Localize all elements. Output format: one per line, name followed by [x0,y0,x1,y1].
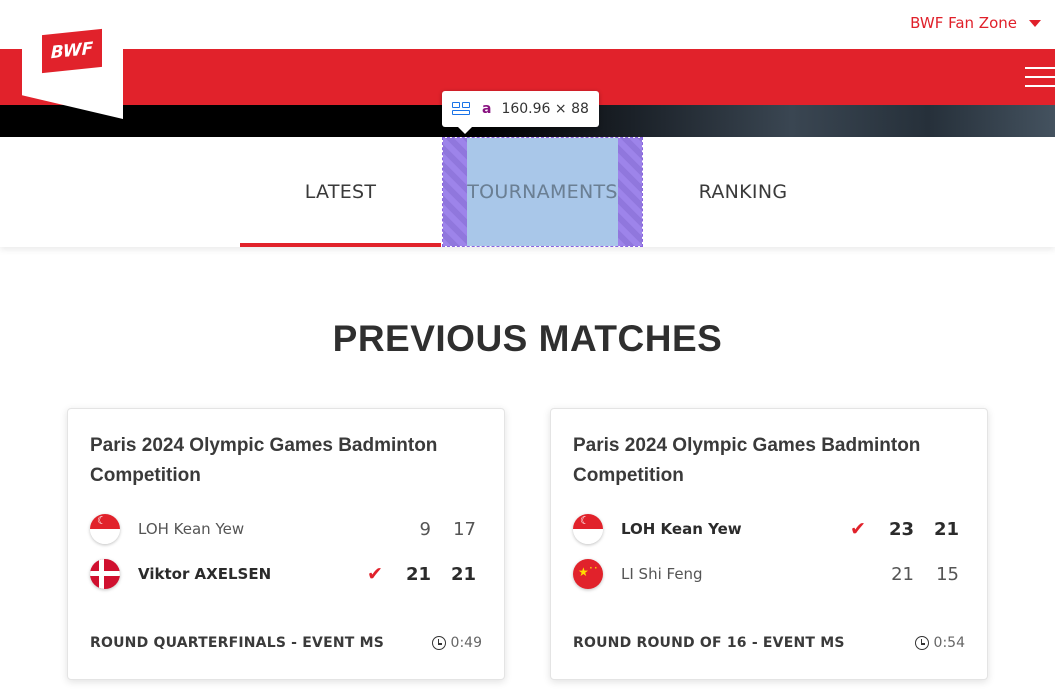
tooltip-tag-name: a [482,101,492,117]
fan-zone-label[interactable]: BWF Fan Zone [910,14,1017,32]
duration-value: 0:49 [450,635,482,651]
match-card[interactable]: Paris 2024 Olympic Games Badminton Compe… [550,408,988,680]
inspect-padding-right [618,138,642,246]
player-name: LI Shi Feng [621,565,703,583]
match-footer: ROUND QUARTERFINALS - EVENT MS 0:49 [90,635,482,651]
singapore-flag-icon [573,514,603,544]
player-name: LOH Kean Yew [621,520,742,538]
clock-icon [431,636,446,650]
game-score: 15 [936,563,959,585]
tab-ranking[interactable]: RANKING [643,137,843,247]
tournament-title: Paris 2024 Olympic Games Badminton Compe… [573,435,921,486]
match-footer: ROUND ROUND OF 16 - EVENT MS 0:54 [573,635,965,651]
tab-latest[interactable]: LATEST [240,137,441,247]
round-info: ROUND QUARTERFINALS - EVENT MS [90,635,384,651]
round-info: ROUND ROUND OF 16 - EVENT MS [573,635,845,651]
caret-down-icon[interactable] [1029,19,1041,27]
inspect-content-area [467,138,618,246]
game-score: 21 [450,563,476,585]
tournament-title: Paris 2024 Olympic Games Badminton Compe… [90,435,438,486]
winner-check-icon: ✔ [367,563,383,585]
match-duration: 0:54 [914,635,965,651]
player-name: LOH Kean Yew [138,520,245,538]
game-score: 21 [933,518,959,540]
china-flag-icon [573,559,603,589]
game-score: 21 [891,563,914,585]
player-row: LOH Kean Yew ✔ 23 21 [573,512,959,546]
game-score: 17 [453,518,476,540]
game-score: 23 [888,518,914,540]
menu-icon[interactable] [1025,67,1055,87]
denmark-flag-icon [90,559,120,589]
devtools-inspect-tooltip: a 160.96 × 88 [442,91,599,134]
tooltip-dimensions: 160.96 × 88 [501,101,589,117]
match-duration: 0:49 [431,635,482,651]
flex-layout-icon [452,102,472,116]
bwf-logo-badge: BWF [42,28,102,74]
match-card[interactable]: Paris 2024 Olympic Games Badminton Compe… [67,408,505,680]
fan-zone-dropdown[interactable]: BWF Fan Zone [910,14,1041,32]
player-row: Viktor AXELSEN ✔ 21 21 [90,557,476,591]
player-name: Viktor AXELSEN [138,565,272,583]
singapore-flag-icon [90,514,120,544]
duration-value: 0:54 [933,635,965,651]
player-row: LOH Kean Yew 9 17 [90,512,476,546]
game-score: 21 [405,563,431,585]
player-row: LI Shi Feng 21 15 [573,557,959,591]
section-title: PREVIOUS MATCHES [332,318,723,359]
top-bar: BWF Fan Zone [0,0,1055,49]
winner-check-icon: ✔ [850,518,866,540]
devtools-inspect-highlight [442,137,643,247]
clock-icon [914,636,929,650]
inspect-padding-left [443,138,467,246]
game-score: 9 [419,518,431,540]
